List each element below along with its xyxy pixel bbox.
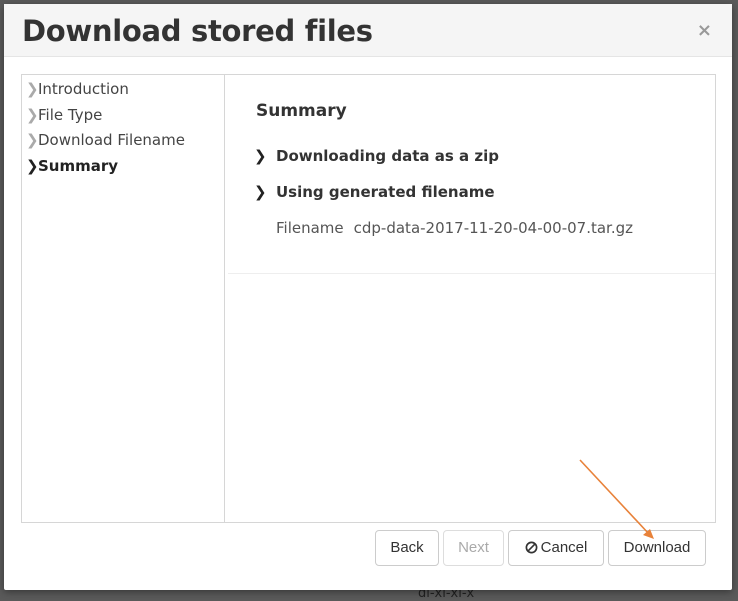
step-label: File Type: [38, 105, 103, 124]
chevron-right-icon: ❯: [254, 183, 267, 201]
step-list: ❯Introduction ❯File Type ❯Download Filen…: [22, 75, 225, 522]
summary-heading: Summary: [256, 101, 347, 121]
wizard-panel: ❯Introduction ❯File Type ❯Download Filen…: [21, 74, 716, 523]
step-introduction[interactable]: ❯Introduction: [24, 77, 220, 103]
step-file-type[interactable]: ❯File Type: [24, 103, 220, 129]
close-icon[interactable]: ×: [697, 20, 712, 41]
dialog-header: Download stored files ×: [4, 4, 732, 57]
summary-item-label: Using generated filename: [276, 183, 495, 201]
download-button[interactable]: Download: [608, 530, 706, 566]
chevron-right-icon: ❯: [26, 156, 39, 175]
summary-content: Summary ❯ Downloading data as a zip ❯ Usin…: [228, 75, 715, 274]
step-label: Summary: [38, 156, 119, 175]
cancel-button[interactable]: Cancel: [508, 530, 604, 566]
filename-label: Filename: [276, 219, 344, 237]
ban-icon: [525, 533, 538, 567]
download-dialog: Download stored files × ❯Introduction ❯F…: [4, 4, 732, 590]
step-summary[interactable]: ❯Summary: [24, 154, 220, 180]
filename-row: Filename cdp-data-2017-11-20-04-00-07.tar…: [276, 219, 643, 237]
step-label: Introduction: [38, 80, 129, 98]
chevron-right-icon: ❯: [254, 147, 267, 165]
summary-item-zip[interactable]: ❯ Downloading data as a zip: [254, 147, 499, 165]
chevron-right-icon: ❯: [26, 80, 39, 98]
summary-item-label: Downloading data as a zip: [276, 147, 499, 165]
cancel-label: Cancel: [540, 539, 588, 556]
next-button[interactable]: Next: [443, 530, 504, 566]
back-button[interactable]: Back: [375, 530, 439, 566]
step-download-filename[interactable]: ❯Download Filename: [24, 128, 220, 154]
summary-item-filename[interactable]: ❯ Using generated filename: [254, 183, 495, 201]
dialog-title: Download stored files: [22, 14, 373, 48]
chevron-right-icon: ❯: [26, 131, 39, 149]
step-label: Download Filename: [38, 131, 185, 149]
chevron-right-icon: ❯: [26, 105, 39, 124]
filename-value: cdp-data-2017-11-20-04-00-07.tar.gz: [353, 219, 634, 237]
